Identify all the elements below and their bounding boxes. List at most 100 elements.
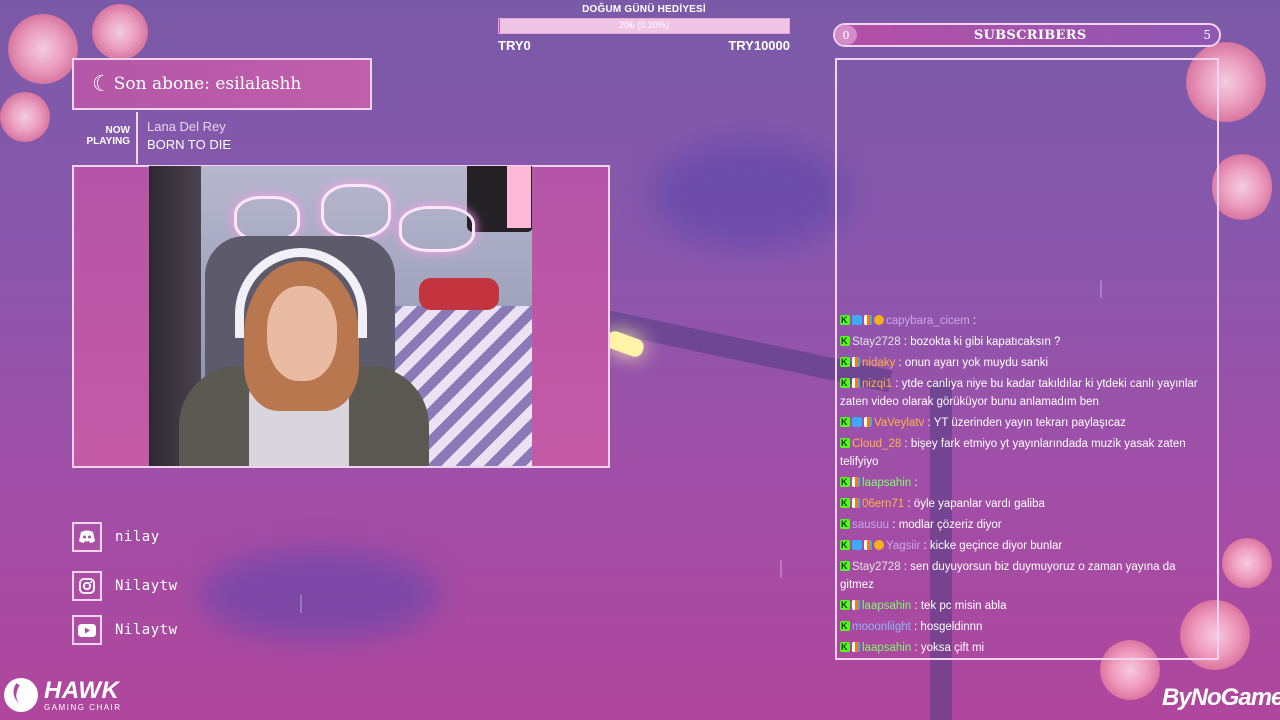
last-subscriber-panel: ☾ Son abone: esilalashh <box>72 58 372 110</box>
chat-badge-icon <box>852 498 860 508</box>
chat-separator: : <box>904 498 914 510</box>
chat-username[interactable]: 06ern71 <box>862 498 904 510</box>
chat-badge-icon <box>840 638 850 656</box>
chat-separator: : <box>900 561 911 573</box>
chat-message: nizqi1 : ytde canlıya niye bu kadar takı… <box>840 374 1212 411</box>
now-playing-label-line1: NOW <box>105 125 130 136</box>
chat-badge-icon <box>852 417 862 427</box>
chat-badge-icon <box>852 540 862 550</box>
chat-separator: : <box>911 477 918 489</box>
social-discord[interactable]: nilay <box>72 522 160 552</box>
chat-message: sausuu : modlar çözeriz diyor <box>840 515 1212 534</box>
chat-separator: : <box>895 357 905 369</box>
chat-message: Stay2728 : bozokta ki gibi kapatıcaksın … <box>840 332 1212 351</box>
background-cloud-bottom <box>200 550 440 640</box>
goal-progress-label: 20₺ (0.20%) <box>619 20 669 30</box>
chat-badge-icon <box>840 374 850 392</box>
now-playing-label: NOW PLAYING <box>72 112 136 164</box>
social-instagram[interactable]: Nilaytw <box>72 571 178 601</box>
subscribers-label: SUBSCRIBERS <box>973 27 1087 43</box>
cherry-blossom <box>92 4 148 60</box>
instagram-icon <box>72 571 102 601</box>
chat-text: yoksa çift mi <box>920 642 985 654</box>
chat-username[interactable]: mooonliight <box>852 621 911 633</box>
chat-badge-icon <box>840 332 850 350</box>
now-playing-panel: NOW PLAYING Lana Del Rey BORN TO DIE <box>72 112 231 164</box>
chat-text: onun ayarı yok muydu sanki <box>904 357 1049 369</box>
chat-message: Stay2728 : sen duyuyorsun biz duymuyoruz… <box>840 557 1212 594</box>
cherry-blossom <box>1212 152 1272 222</box>
chat-message: mooonliight : hosgeldinnn <box>840 617 1212 636</box>
chat-separator: : <box>901 438 911 450</box>
chat-text: modlar çözeriz diyor <box>898 519 1002 531</box>
discord-icon <box>72 522 102 552</box>
chat-badge-icon <box>852 357 860 367</box>
chat-username[interactable]: VaVeylatv <box>874 417 924 429</box>
last-subscriber-text: Son abone: esilalashh <box>113 74 302 94</box>
neon-light <box>399 206 475 252</box>
goal-progress-bar: 20₺ (0.20%) <box>498 18 790 34</box>
chat-badge-icon <box>852 477 860 487</box>
chat-text: tek pc misin abla <box>920 600 1007 612</box>
chat-badge-icon <box>840 617 850 635</box>
chat-badge-icon <box>840 515 850 533</box>
chat-badge-icon <box>840 473 850 491</box>
chat-message: laapsahin : yoksa çift mi <box>840 638 1212 657</box>
chat-username[interactable]: laapsahin <box>862 600 911 612</box>
rain-drop <box>780 560 782 578</box>
chat-badge-icon <box>840 557 850 575</box>
chat-badge-icon <box>840 596 850 614</box>
hawk-logo-icon <box>4 678 38 712</box>
instagram-name: Nilaytw <box>115 578 178 594</box>
chat-username[interactable]: Cloud_28 <box>852 438 901 450</box>
chat-message: nidaky : onun ayarı yok muydu sanki <box>840 353 1212 372</box>
chat-username[interactable]: nizqi1 <box>862 378 892 390</box>
now-playing-song: BORN TO DIE <box>147 137 232 152</box>
chat-username[interactable]: sausuu <box>852 519 889 531</box>
chat-badge-icon <box>874 315 884 325</box>
chat-badge-icon <box>874 540 884 550</box>
chat-badge-icon <box>840 353 850 371</box>
subscribers-bar: 0 SUBSCRIBERS 5 <box>833 23 1221 47</box>
now-playing-artist: Lana Del Rey <box>147 119 226 134</box>
chat-text: öyle yapanlar vardı galiba <box>913 498 1045 510</box>
chat-badge-icon <box>840 536 850 554</box>
chat-username[interactable]: nidaky <box>862 357 895 369</box>
chat-text: hosgeldinnn <box>920 621 983 633</box>
chat-separator: : <box>889 519 899 531</box>
cherry-blossom <box>1222 538 1272 588</box>
chat-separator: : <box>911 642 921 654</box>
chat-separator: : <box>911 600 921 612</box>
moon-icon: ☾ <box>92 71 112 96</box>
chat-text: kicke geçince diyor bunlar <box>929 540 1063 552</box>
goal-min-label: TRY0 <box>498 38 531 53</box>
chat-badge-icon <box>840 494 850 512</box>
chat-badge-icon <box>864 417 872 427</box>
chat-badge-icon <box>852 600 860 610</box>
chat-badge-icon <box>852 315 862 325</box>
rain-drop <box>300 595 302 613</box>
pillow <box>419 278 499 310</box>
social-youtube[interactable]: Nilaytw <box>72 615 178 645</box>
chat-separator: : <box>924 417 934 429</box>
chat-username[interactable]: Stay2728 <box>852 336 901 348</box>
chat-message: Cloud_28 : bişey fark etmiyo yt yayınlar… <box>840 434 1212 471</box>
chat-username[interactable]: laapsahin <box>862 477 911 489</box>
chat-username[interactable]: Stay2728 <box>852 561 901 573</box>
chat-badge-icon <box>852 642 860 652</box>
chat-message-list[interactable]: capybara_cicem : Stay2728 : bozokta ki g… <box>840 311 1212 660</box>
chat-message: laapsahin : tek pc misin abla <box>840 596 1212 615</box>
chat-badge-icon <box>840 311 850 329</box>
chat-username[interactable]: laapsahin <box>862 642 911 654</box>
desk-lamp-light <box>507 166 531 228</box>
chat-message: laapsahin : <box>840 473 1212 492</box>
goal-title: DOĞUM GÜNÜ HEDİYESİ <box>582 4 706 15</box>
cherry-blossom <box>0 92 50 142</box>
hawk-logo: HAWK GAMING CHAIR <box>4 678 122 712</box>
webcam-video <box>149 166 532 466</box>
chat-badge-icon <box>840 434 850 452</box>
chat-username[interactable]: Yagsiir <box>886 540 920 552</box>
hawk-logo-subtext: GAMING CHAIR <box>44 702 122 712</box>
chat-badge-icon <box>852 378 860 388</box>
chat-username[interactable]: capybara_cicem <box>886 315 970 327</box>
